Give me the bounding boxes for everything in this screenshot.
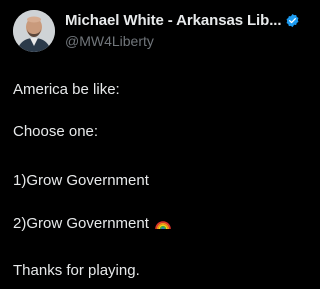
post-line: 2)Grow Government xyxy=(13,215,149,232)
post-line: Choose one: xyxy=(13,123,99,140)
post-line-with-emoji: 2)Grow Government xyxy=(13,215,171,232)
display-name[interactable]: Michael White - Arkansas Lib... xyxy=(65,12,282,29)
avatar[interactable] xyxy=(13,10,55,52)
rainbow-icon xyxy=(155,217,171,230)
post-line: America be like: xyxy=(13,81,120,98)
verified-badge-icon xyxy=(285,13,300,28)
name-row: Michael White - Arkansas Lib... xyxy=(65,12,299,32)
post-line: Thanks for playing. xyxy=(13,262,140,279)
avatar-image xyxy=(13,10,55,52)
post-line: 1)Grow Government xyxy=(13,172,149,189)
tweet: Michael White - Arkansas Lib... @MW4Libe… xyxy=(0,0,300,289)
tweet-header: Michael White - Arkansas Lib... @MW4Libe… xyxy=(13,10,299,54)
handle[interactable]: @MW4Liberty xyxy=(65,33,154,49)
